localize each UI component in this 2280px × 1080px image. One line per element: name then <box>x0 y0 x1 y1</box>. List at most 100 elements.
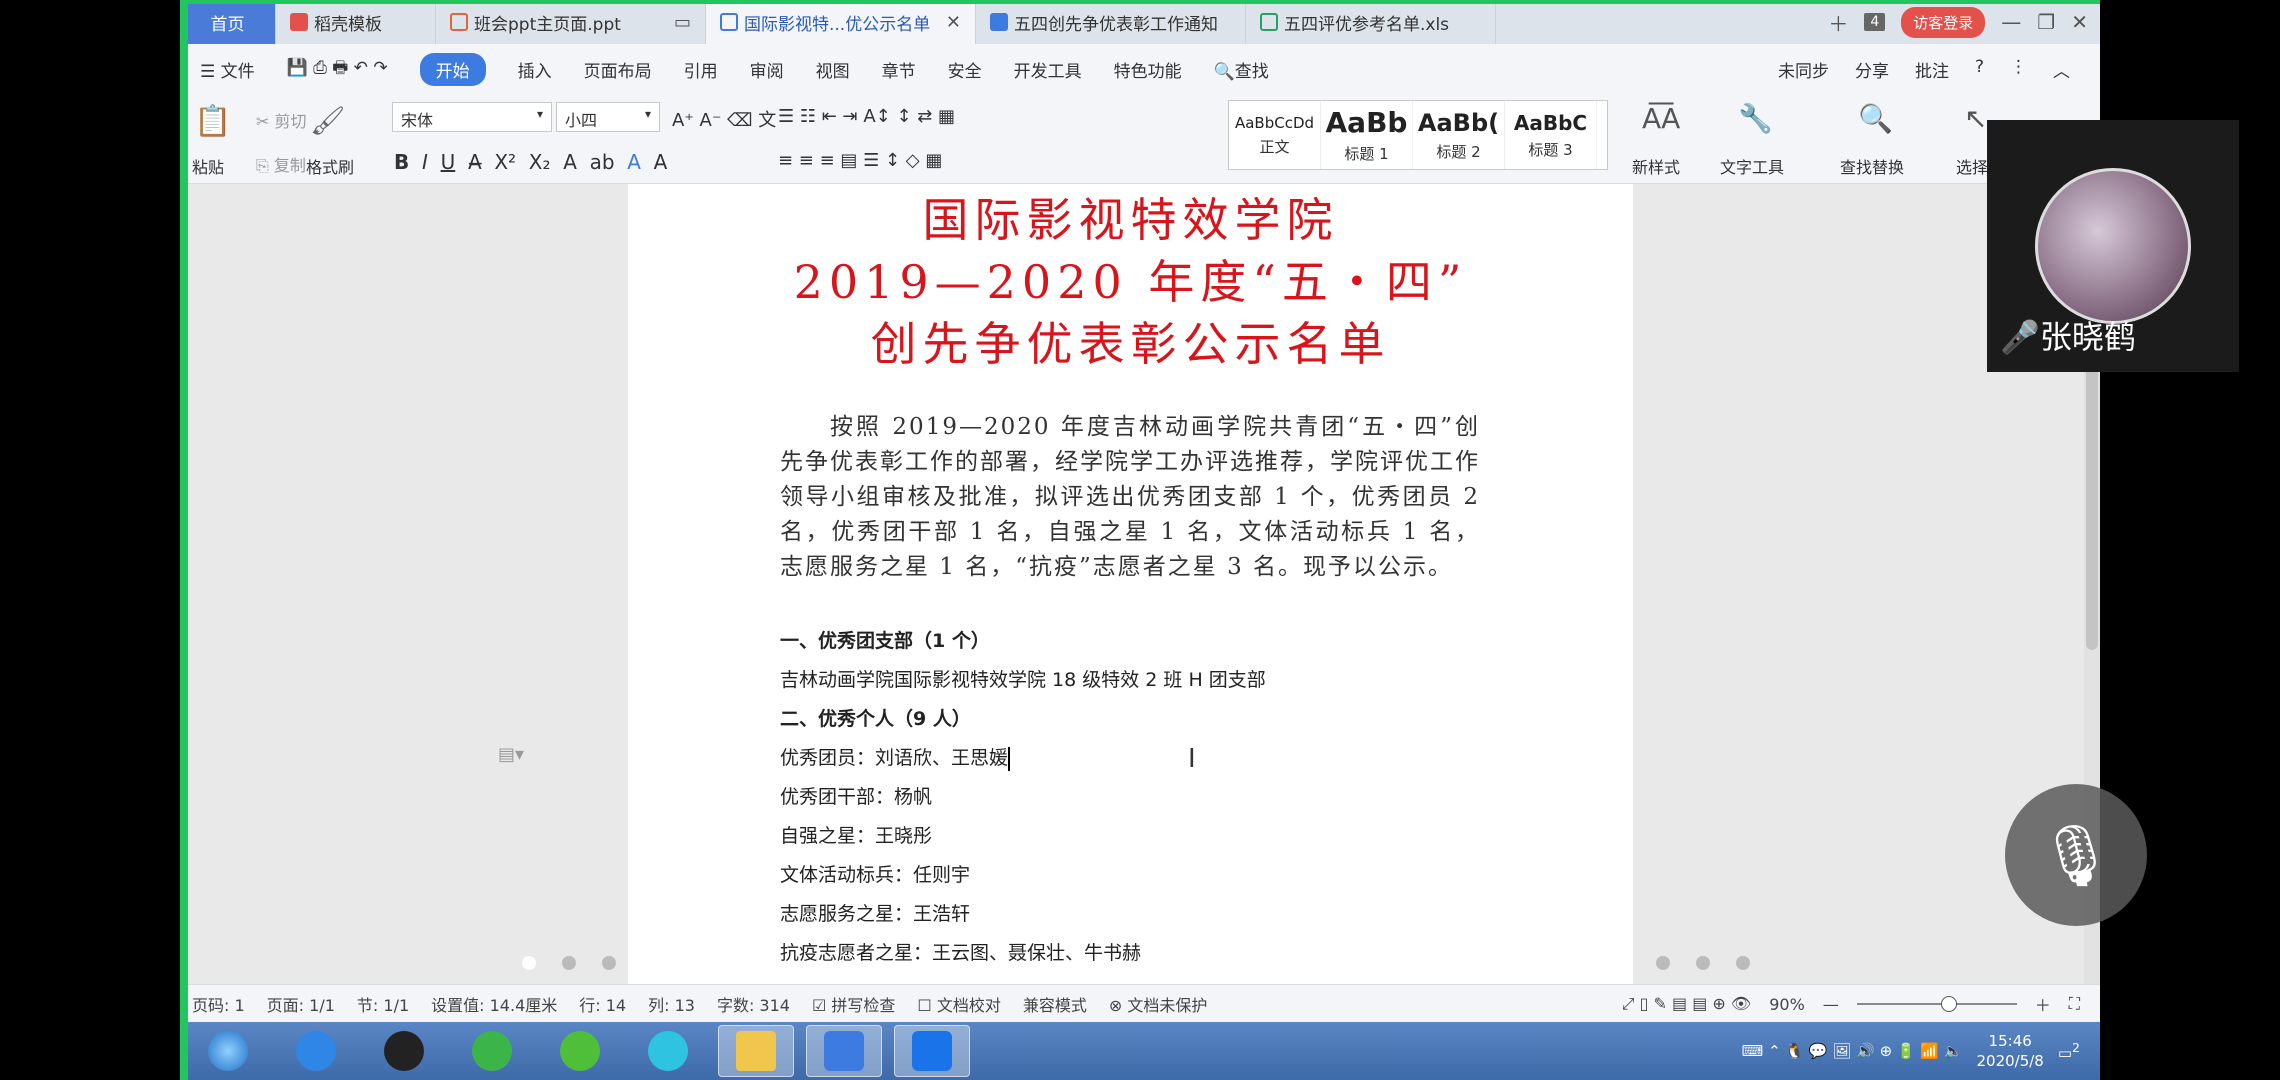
taskbar-explorer[interactable] <box>718 1025 794 1077</box>
style-heading-3[interactable]: AaBbC 标题 3 <box>1505 101 1597 169</box>
taskbar-wechat[interactable] <box>454 1025 530 1077</box>
guest-login-button[interactable]: 访客登录 <box>1901 6 1986 38</box>
paragraph-handle-icon[interactable]: ▤▾ <box>498 744 524 765</box>
close-window-icon[interactable]: ✕ <box>2071 10 2088 34</box>
pin-icon[interactable]: ▭ <box>666 12 691 33</box>
word-icon <box>990 13 1008 31</box>
tab-doc-notice[interactable]: 五四创先争优表彰工作通知 <box>976 0 1246 44</box>
spell-check-button[interactable]: ☑ 拼写检查 <box>812 992 895 1016</box>
menu-search[interactable]: 🔍查找 <box>1214 57 1269 82</box>
page-dots-right <box>1656 956 1750 970</box>
menu-file[interactable]: ☰ 文件 <box>200 57 255 82</box>
format-painter-button[interactable]: 格式刷 <box>306 154 354 178</box>
word-icon <box>720 13 738 31</box>
toolbar-quick-icons[interactable]: 💾 ⎙ 🖶 ↶ ↷ <box>287 55 388 84</box>
taskbar-wps[interactable] <box>806 1025 882 1077</box>
page-dot[interactable] <box>1656 956 1670 970</box>
page-dot[interactable] <box>562 956 576 970</box>
menu-layout[interactable]: 页面布局 <box>584 57 652 82</box>
align-icons[interactable]: ≡ ≡ ≡ ▤ ☰ ↕ ◇ ▦ <box>778 150 942 171</box>
tab-doc-active[interactable]: 国际影视特...优公示名单 ✕ <box>706 0 976 44</box>
menu-features[interactable]: 特色功能 <box>1114 57 1182 82</box>
menu-review[interactable]: 审阅 <box>750 57 784 82</box>
zoom-out-icon[interactable]: — <box>1823 995 1839 1014</box>
doc-check-button[interactable]: ☐ 文档校对 <box>917 992 1000 1016</box>
style-heading-1[interactable]: AaBb 标题 1 <box>1321 101 1413 169</box>
style-normal[interactable]: AaBbCcDd 正文 <box>1229 101 1321 169</box>
list-icons[interactable]: ☰ ☷ ⇤ ⇥ A↕ ↕ ⇄ ▦ <box>778 106 955 127</box>
window-count-badge[interactable]: 4 <box>1864 13 1886 31</box>
doc-title-line-1: 国际影视特效学院 <box>922 193 1339 247</box>
cut-button[interactable]: ✂ 剪切 <box>256 108 307 132</box>
notification-icon[interactable]: ▭2 <box>2058 1040 2080 1062</box>
search-icon: 🔍 <box>1213 61 1235 82</box>
tab-home[interactable]: 首页 <box>180 0 276 44</box>
minimize-icon[interactable]: — <box>2001 10 2021 34</box>
style-heading-2[interactable]: AaBb(标题 2 <box>1413 101 1505 169</box>
start-button[interactable] <box>190 1025 266 1077</box>
tab-docer[interactable]: 稻壳模板 <box>276 0 436 44</box>
select-cursor-icon[interactable]: ↖ <box>1964 102 1987 135</box>
taskbar-qq[interactable] <box>366 1025 442 1077</box>
paste-button[interactable]: 粘贴 <box>192 154 224 178</box>
zoom-slider-handle[interactable] <box>1940 996 1957 1012</box>
status-word-count[interactable]: 字数: 314 <box>717 992 790 1016</box>
menu-start[interactable]: 开始 <box>419 52 486 86</box>
help-icon[interactable]: ? <box>1975 57 1984 82</box>
restore-icon[interactable]: ❐ <box>2037 10 2055 34</box>
taskbar-meeting[interactable] <box>894 1025 970 1077</box>
windows-taskbar: ⌨ ⌃ 🐧 💬 🖼 🔊 ⊕ 🔋 📶 🔈 15:46 2020/5/8 ▭2 <box>180 1022 2100 1080</box>
page-dot[interactable] <box>1696 956 1710 970</box>
copy-button[interactable]: ⎘ 复制 <box>256 152 306 176</box>
menu-security[interactable]: 安全 <box>948 57 982 82</box>
menu-view[interactable]: 视图 <box>816 57 850 82</box>
text-tools-button[interactable]: 文字工具 <box>1720 154 1784 178</box>
style-name: 标题 2 <box>1436 142 1481 161</box>
text-tools-icon[interactable]: 🔧 <box>1738 102 1773 135</box>
font-size-select[interactable]: 小四 ▾ <box>556 102 660 132</box>
format-painter-icon[interactable]: 🖌 <box>310 104 346 137</box>
copy-label: 复制 <box>273 156 306 175</box>
taskbar-browser[interactable] <box>542 1025 618 1077</box>
share-button[interactable]: 分享 <box>1855 57 1889 82</box>
clock[interactable]: 15:46 2020/5/8 <box>1976 1031 2043 1071</box>
zoom-slider[interactable] <box>1856 996 2017 1012</box>
find-replace-button[interactable]: 查找替换 <box>1840 154 1904 178</box>
comment-button[interactable]: 批注 <box>1915 57 1949 82</box>
mute-button[interactable]: 🎙 <box>2005 784 2147 926</box>
paste-icon[interactable]: 📋 <box>194 104 231 139</box>
tab-xls[interactable]: 五四评优参考名单.xls <box>1246 0 1496 44</box>
more-icon[interactable]: ⋮ <box>2010 57 2027 82</box>
fit-window-icon[interactable]: ⛶ <box>2069 994 2080 1014</box>
new-tab-icon[interactable]: ＋ <box>1828 8 1848 37</box>
page-dot[interactable] <box>522 956 536 970</box>
tab-label: 五四评优参考名单.xls <box>1284 14 1450 35</box>
menu-dev-tools[interactable]: 开发工具 <box>1014 57 1082 82</box>
tab-ppt[interactable]: 班会ppt主页面.ppt ▭ <box>436 0 706 44</box>
protect-status[interactable]: ⊗ 文档未保护 <box>1109 992 1208 1016</box>
select-button[interactable]: 选择 <box>1956 154 1988 178</box>
view-mode-icons[interactable]: ⤢ ▯ ✎ ▤ ▤ ⊕ 👁 <box>1622 994 1751 1014</box>
new-style-button[interactable]: 新样式 <box>1632 154 1680 178</box>
font-grow-icons[interactable]: A⁺ A⁻ ⌫ 文 <box>672 106 776 132</box>
page-dot[interactable] <box>1736 956 1750 970</box>
menu-reference[interactable]: 引用 <box>684 57 718 82</box>
collapse-ribbon-icon[interactable]: ︿ <box>2053 57 2070 82</box>
menu-insert[interactable]: 插入 <box>518 57 552 82</box>
menu-chapter[interactable]: 章节 <box>882 57 916 82</box>
sync-status[interactable]: 未同步 <box>1778 57 1829 82</box>
font-format-icons[interactable]: B I U A̶ X² X₂ A ab A A <box>394 150 667 174</box>
document-page[interactable]: 国际影视特效学院 2019—2020 年度“五・四” 创先争优表彰公示名单 按照… <box>628 184 1633 984</box>
font-name-select[interactable]: 宋体 ▾ <box>392 102 552 132</box>
page-dot[interactable] <box>602 956 616 970</box>
zoom-in-icon[interactable]: ＋ <box>2035 992 2051 1016</box>
taskbar-player[interactable] <box>630 1025 706 1077</box>
taskbar-ie[interactable] <box>278 1025 354 1077</box>
find-replace-icon[interactable]: 🔍 <box>1858 102 1893 135</box>
system-tray: ⌨ ⌃ 🐧 💬 🖼 🔊 ⊕ 🔋 📶 🔈 15:46 2020/5/8 ▭2 <box>1742 1031 2100 1071</box>
close-icon[interactable]: ✕ <box>938 12 961 33</box>
tray-icons[interactable]: ⌨ ⌃ 🐧 💬 🖼 🔊 ⊕ 🔋 📶 🔈 <box>1742 1042 1963 1060</box>
doc-row-outstanding-member: 优秀团员：刘语欣、王思媛 <box>780 743 1011 771</box>
zoom-level[interactable]: 90% <box>1769 995 1805 1014</box>
new-style-icon[interactable]: A͞A <box>1642 102 1680 135</box>
